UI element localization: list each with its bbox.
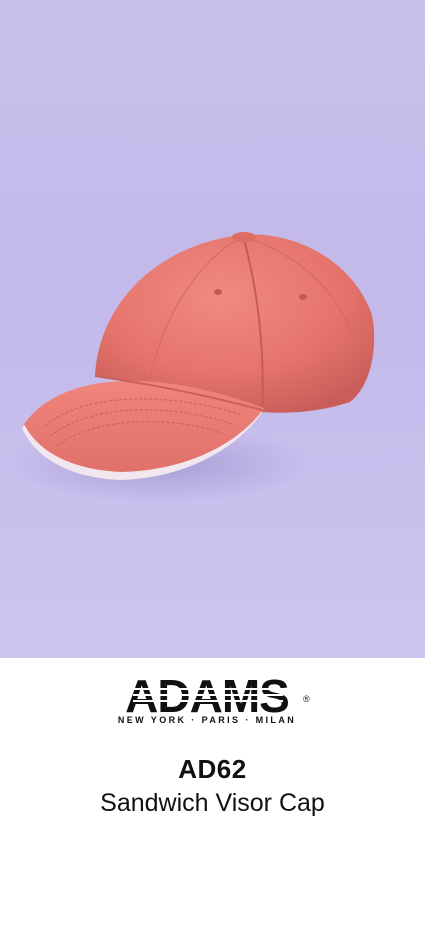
product-sku: AD62 [178,754,247,784]
brand-logo: ADAMS ® NEW YORK · PARIS · MILAN [0,672,425,728]
product-name[interactable]: Sandwich Visor Cap [0,789,425,818]
product-image[interactable] [0,0,425,658]
product-card[interactable]: ADAMS ® NEW YORK · PARIS · MILAN AD62 Sa… [0,0,425,925]
logo-tagline: NEW YORK · PARIS · MILAN [117,715,295,725]
adams-logo: ADAMS ® NEW YORK · PARIS · MILAN [117,672,310,725]
registered-mark: ® [303,694,310,704]
cap-illustration [10,232,375,503]
